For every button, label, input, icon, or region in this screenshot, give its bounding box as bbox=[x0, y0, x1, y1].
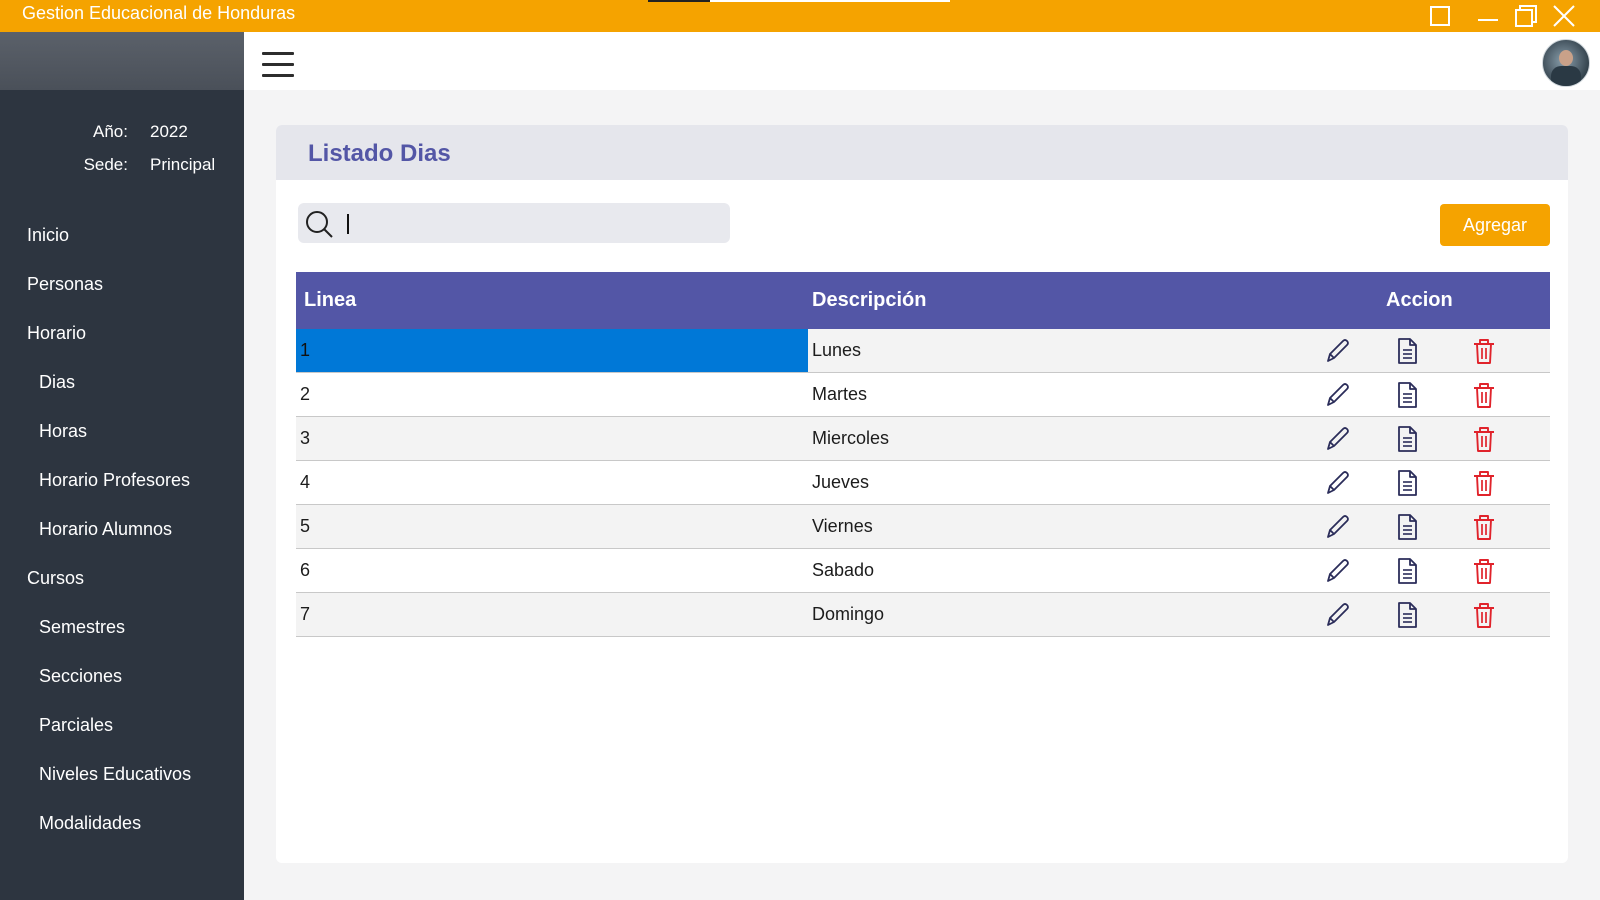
sidebar-item-secciones[interactable]: Secciones bbox=[0, 656, 244, 696]
delete-trash-icon[interactable] bbox=[1469, 600, 1499, 630]
column-header-linea: Linea bbox=[304, 289, 357, 311]
sidebar-item-niveles-educativos[interactable]: Niveles Educativos bbox=[0, 754, 244, 794]
table-row[interactable]: 7 Domingo bbox=[296, 593, 1550, 637]
table-row[interactable]: 4 Jueves bbox=[296, 461, 1550, 505]
sidebar-item-modalidades[interactable]: Modalidades bbox=[0, 803, 244, 843]
sidebar-logo-area bbox=[0, 32, 244, 90]
delete-trash-icon[interactable] bbox=[1469, 424, 1499, 454]
cell-linea: 3 bbox=[300, 428, 311, 448]
view-document-icon[interactable] bbox=[1392, 600, 1422, 630]
sidebar-item-cursos[interactable]: Cursos bbox=[0, 558, 244, 598]
table-row[interactable]: 1 Lunes bbox=[296, 329, 1550, 373]
delete-trash-icon[interactable] bbox=[1469, 380, 1499, 410]
close-icon[interactable] bbox=[1546, 0, 1582, 32]
window-title: Gestion Educacional de Honduras bbox=[22, 3, 296, 23]
table-row[interactable]: 2 Martes bbox=[296, 373, 1550, 417]
year-value: 2022 bbox=[150, 122, 188, 141]
site-value: Principal bbox=[150, 155, 216, 174]
sidebar-item-horario-profesores[interactable]: Horario Profesores bbox=[0, 460, 244, 500]
user-avatar[interactable] bbox=[1542, 39, 1590, 87]
sidebar-item-horario-alumnos[interactable]: Horario Alumnos bbox=[0, 509, 244, 549]
view-document-icon[interactable] bbox=[1392, 512, 1422, 542]
cell-linea: 7 bbox=[300, 604, 311, 624]
days-table: Linea Descripción Accion 1 Lunes 2 Martes 3 M… bbox=[296, 272, 1550, 637]
edit-pencil-icon[interactable] bbox=[1322, 380, 1352, 410]
titlebar-tab-strip bbox=[710, 0, 950, 2]
sidebar-item-horario[interactable]: Horario bbox=[0, 313, 244, 353]
cell-linea: 2 bbox=[300, 384, 311, 404]
view-document-icon[interactable] bbox=[1392, 556, 1422, 586]
delete-trash-icon[interactable] bbox=[1469, 512, 1499, 542]
delete-trash-icon[interactable] bbox=[1469, 468, 1499, 498]
cell-linea: 6 bbox=[300, 560, 311, 580]
table-row[interactable]: 6 Sabado bbox=[296, 549, 1550, 593]
restore-icon[interactable] bbox=[1508, 0, 1544, 32]
search-box bbox=[298, 203, 730, 243]
hamburger-menu-icon[interactable] bbox=[262, 52, 296, 78]
cell-linea: 4 bbox=[300, 472, 311, 492]
cell-descripcion: Martes bbox=[812, 384, 868, 404]
card-header: Listado Dias bbox=[276, 125, 1568, 180]
sidebar: Año: 2022 Sede: Principal Inicio Personas… bbox=[0, 32, 244, 900]
sidebar-item-semestres[interactable]: Semestres bbox=[0, 607, 244, 647]
delete-trash-icon[interactable] bbox=[1469, 556, 1499, 586]
cell-descripcion: Sabado bbox=[812, 560, 875, 580]
maximize-square-icon[interactable] bbox=[1422, 0, 1458, 32]
top-header bbox=[244, 32, 1600, 90]
sidebar-item-dias[interactable]: Dias bbox=[0, 362, 244, 402]
main-card: Listado Dias Agregar Linea Descripción A… bbox=[276, 125, 1568, 863]
table-row[interactable]: 5 Viernes bbox=[296, 505, 1550, 549]
view-document-icon[interactable] bbox=[1392, 468, 1422, 498]
sidebar-item-parciales[interactable]: Parciales bbox=[0, 705, 244, 745]
sidebar-item-personas[interactable]: Personas bbox=[0, 264, 244, 304]
table-row[interactable]: 3 Miercoles bbox=[296, 417, 1550, 461]
add-button[interactable]: Agregar bbox=[1440, 204, 1550, 246]
edit-pencil-icon[interactable] bbox=[1322, 556, 1352, 586]
search-icon bbox=[306, 211, 333, 238]
page-title: Listado Dias bbox=[308, 140, 451, 167]
cell-descripcion: Viernes bbox=[812, 516, 873, 536]
cell-descripcion: Jueves bbox=[812, 472, 870, 492]
minimize-icon[interactable] bbox=[1470, 0, 1506, 32]
cell-linea: 1 bbox=[296, 329, 808, 372]
view-document-icon[interactable] bbox=[1392, 424, 1422, 454]
sidebar-item-inicio[interactable]: Inicio bbox=[0, 215, 244, 255]
view-document-icon[interactable] bbox=[1392, 336, 1422, 366]
edit-pencil-icon[interactable] bbox=[1322, 424, 1352, 454]
text-caret bbox=[347, 214, 349, 234]
table-header: Linea Descripción Accion bbox=[296, 272, 1550, 329]
cell-linea: 5 bbox=[300, 516, 311, 536]
view-document-icon[interactable] bbox=[1392, 380, 1422, 410]
edit-pencil-icon[interactable] bbox=[1322, 600, 1352, 630]
search-input[interactable] bbox=[342, 209, 722, 237]
cell-descripcion: Domingo bbox=[812, 604, 885, 624]
edit-pencil-icon[interactable] bbox=[1322, 512, 1352, 542]
column-header-accion: Accion bbox=[1386, 289, 1453, 311]
window-titlebar: Gestion Educacional de Honduras bbox=[0, 0, 1600, 32]
sidebar-item-horas[interactable]: Horas bbox=[0, 411, 244, 451]
titlebar-tab-indicator bbox=[648, 0, 710, 2]
edit-pencil-icon[interactable] bbox=[1322, 336, 1352, 366]
cell-descripcion: Lunes bbox=[812, 340, 862, 360]
column-header-descripcion: Descripción bbox=[812, 289, 927, 311]
site-label: Sede: bbox=[83, 155, 128, 174]
table-body: 1 Lunes 2 Martes 3 Miercoles 4 Jueves 5 Viernes 6 S… bbox=[296, 329, 1550, 637]
edit-pencil-icon[interactable] bbox=[1322, 468, 1352, 498]
cell-descripcion: Miercoles bbox=[812, 428, 890, 448]
year-label: Año: bbox=[93, 122, 128, 141]
delete-trash-icon[interactable] bbox=[1469, 336, 1499, 366]
